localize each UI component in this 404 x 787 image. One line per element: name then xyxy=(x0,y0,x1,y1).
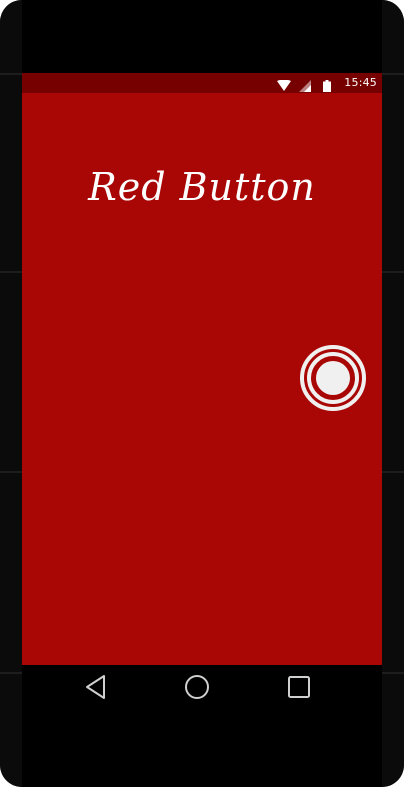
recents-button[interactable] xyxy=(283,673,315,705)
home-button[interactable] xyxy=(181,673,213,705)
status-time: 15:45 xyxy=(344,76,377,89)
status-bar: 15:45 xyxy=(22,73,382,93)
left-bezel xyxy=(0,0,22,787)
right-bezel xyxy=(382,0,404,787)
battery-icon xyxy=(323,77,331,96)
app-title: Red Button xyxy=(88,165,316,209)
record-dot xyxy=(316,361,350,395)
recents-icon xyxy=(287,675,311,703)
wifi-icon xyxy=(277,77,291,96)
phone-frame: 15:45 Red Button xyxy=(0,0,404,787)
navigation-bar xyxy=(22,665,382,713)
back-button[interactable] xyxy=(80,673,112,705)
back-icon xyxy=(84,674,108,704)
home-icon xyxy=(184,674,210,704)
record-button[interactable] xyxy=(300,345,366,411)
cell-signal-icon xyxy=(299,77,311,96)
app-screen: 15:45 Red Button xyxy=(22,73,382,665)
